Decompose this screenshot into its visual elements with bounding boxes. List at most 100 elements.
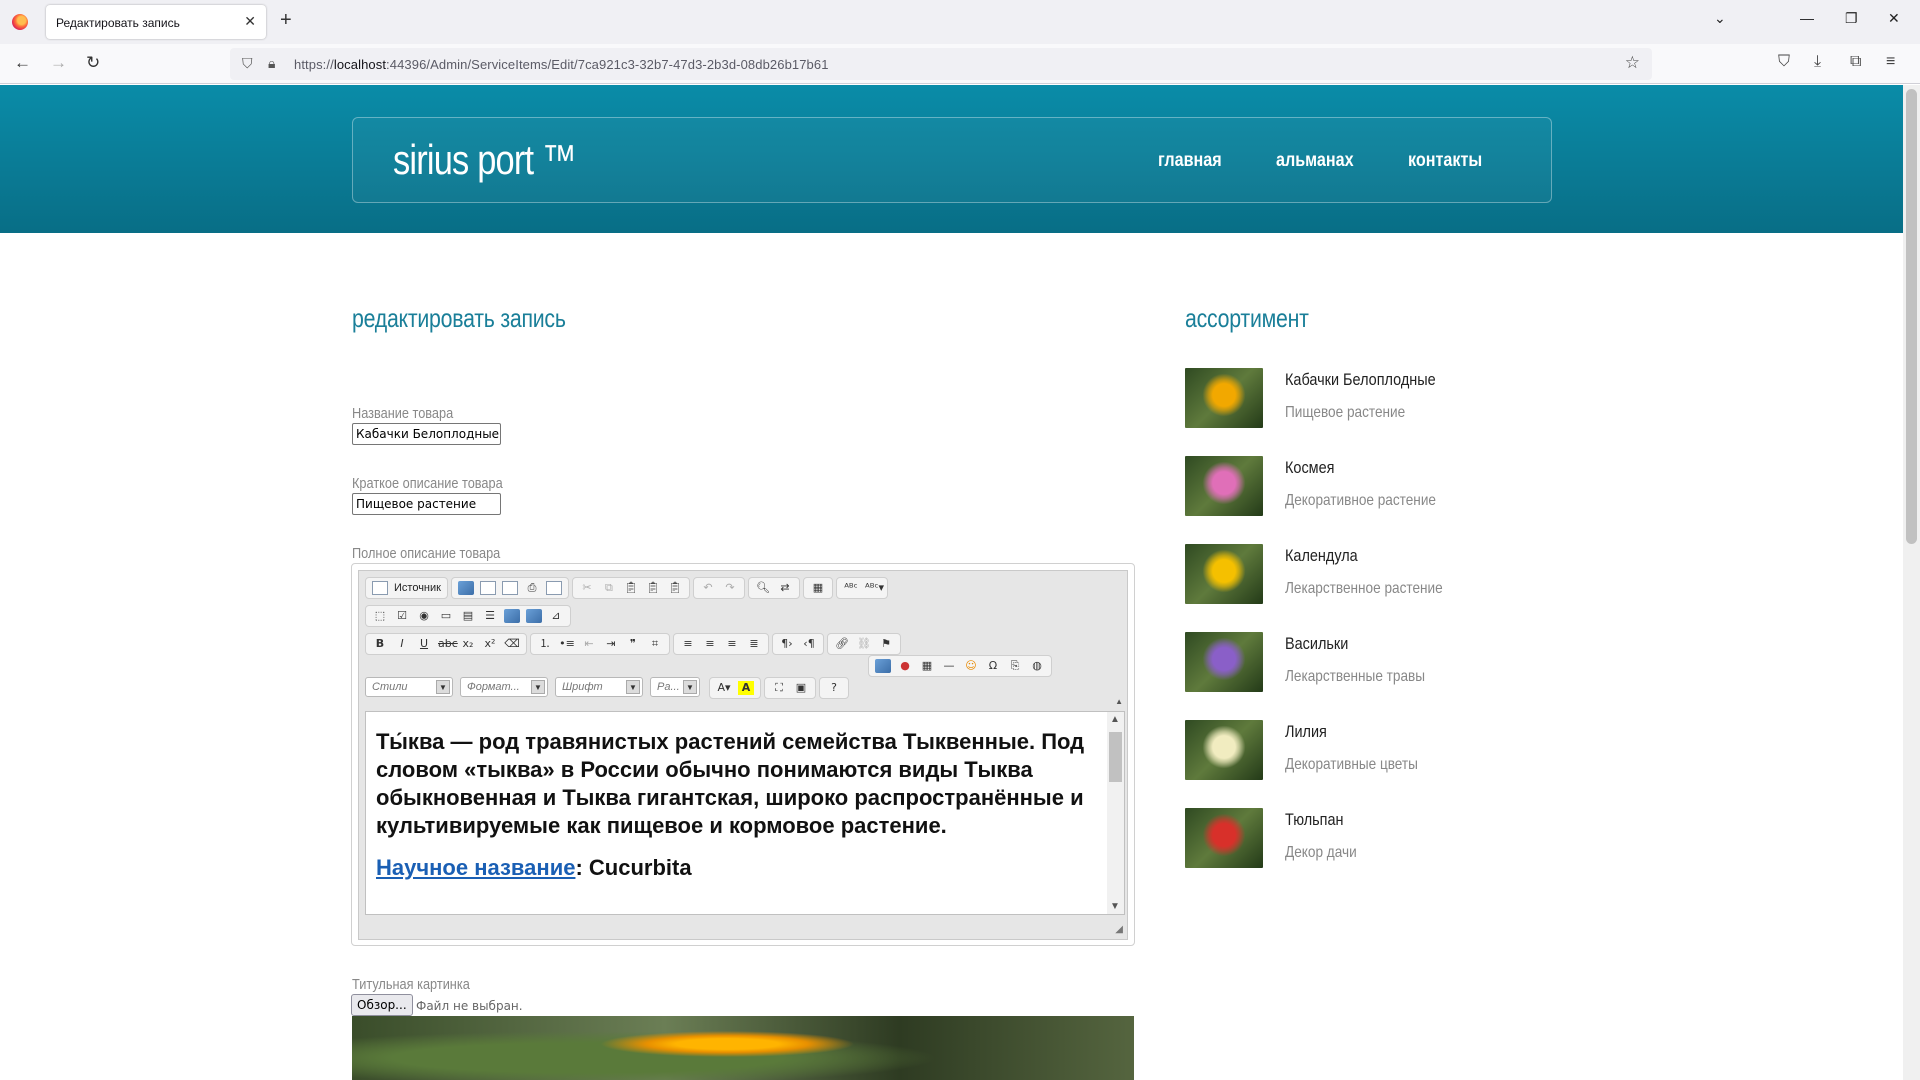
editor-scroll-thumb[interactable] — [1109, 732, 1122, 782]
paste-icon[interactable]: 📋︎ — [623, 581, 639, 595]
lock-icon[interactable]: 🔒︎ — [268, 55, 275, 72]
collapse-toolbar-icon[interactable]: ▲ — [1115, 697, 1123, 706]
templates-icon[interactable] — [545, 581, 562, 595]
close-window-button[interactable]: ✕ — [1888, 10, 1900, 27]
font-dropdown[interactable]: Шрифт ▼ — [555, 677, 643, 697]
flower-thumbnail[interactable] — [1185, 544, 1263, 604]
editor-scrollbar[interactable]: ▲ ▼ — [1107, 712, 1124, 914]
new-page-icon[interactable] — [479, 581, 496, 595]
image-button-icon[interactable] — [526, 609, 542, 623]
anchor-icon[interactable]: ⚑ — [878, 637, 894, 651]
browse-button[interactable]: Обзор... — [351, 994, 413, 1016]
print-icon[interactable]: ⎙ — [524, 581, 540, 595]
remove-format-icon[interactable]: ⌫ — [504, 637, 520, 651]
flower-thumbnail[interactable] — [1185, 456, 1263, 516]
italic-icon[interactable]: I — [394, 637, 410, 651]
menu-icon[interactable]: ≡ — [1886, 53, 1895, 71]
short-desc-input[interactable]: Пищевое растение — [352, 493, 501, 515]
select-all-icon[interactable]: ▦ — [810, 581, 826, 595]
outdent-icon[interactable]: ⇤ — [581, 637, 597, 651]
scientific-name-link[interactable]: Научное название — [376, 855, 575, 880]
underline-icon[interactable]: U — [416, 637, 432, 651]
menu-item-home[interactable]: главная — [1158, 150, 1222, 172]
rtl-icon[interactable]: ‹¶ — [801, 637, 817, 651]
url-text[interactable]: https://localhost:44396/Admin/ServiceIte… — [294, 57, 829, 72]
bold-icon[interactable]: B — [372, 637, 388, 651]
menu-item-almanac[interactable]: альманах — [1276, 150, 1354, 172]
name-input[interactable]: Кабачки Белоплодные — [352, 423, 501, 445]
justify-icon[interactable]: ≣ — [746, 637, 762, 651]
help-icon[interactable]: ? — [826, 681, 842, 695]
checkbox-icon[interactable]: ☑ — [394, 609, 410, 623]
find-icon[interactable]: 🔍︎ — [755, 581, 771, 595]
restore-button[interactable]: ❐ — [1845, 10, 1858, 27]
save-icon[interactable] — [457, 581, 474, 595]
new-tab-button[interactable]: + — [280, 10, 292, 30]
textfield-icon[interactable]: ▭ — [438, 609, 454, 623]
radio-icon[interactable]: ◉ — [416, 609, 432, 623]
scroll-down-icon[interactable]: ▼ — [1110, 901, 1120, 912]
scroll-up-icon[interactable]: ▲ — [1110, 714, 1120, 725]
redo-icon[interactable]: ↷ — [722, 581, 738, 595]
editor-text[interactable]: Ты́ква — род травянистых растений семейс… — [376, 728, 1101, 896]
tab-close-icon[interactable]: ✕ — [244, 13, 256, 30]
pocket-icon[interactable]: ⛉ — [1778, 53, 1790, 71]
numbered-list-icon[interactable]: ⒈ — [537, 637, 553, 651]
show-blocks-icon[interactable]: ▣ — [793, 681, 809, 695]
reload-icon[interactable]: ↻ — [86, 53, 100, 73]
paste-word-icon[interactable]: 📋︎ — [667, 581, 683, 595]
align-right-icon[interactable]: ≡ — [724, 637, 740, 651]
sidebar-item-name[interactable]: Кабачки Белоплодные — [1285, 370, 1436, 390]
spellcheck-dropdown-icon[interactable]: ᴬᴮᶜ▾ — [865, 581, 884, 595]
resize-handle-icon[interactable]: ◢ — [1115, 924, 1123, 935]
bullet-list-icon[interactable]: •≡ — [559, 637, 575, 651]
undo-icon[interactable]: ↶ — [700, 581, 716, 595]
text-color-icon[interactable]: A▾ — [716, 681, 732, 695]
sidebar-item[interactable]: Тюльпан Декор дачи — [1185, 808, 1545, 868]
select-icon[interactable]: ☰ — [482, 609, 498, 623]
preview-icon[interactable] — [501, 581, 518, 595]
tracking-shield-icon[interactable]: ⛉ — [242, 55, 253, 72]
iframe-icon[interactable]: ◍ — [1029, 659, 1045, 673]
ltr-icon[interactable]: ¶› — [779, 637, 795, 651]
bg-color-icon[interactable]: A — [738, 681, 754, 695]
source-button[interactable]: Источник — [394, 582, 441, 594]
editor-content[interactable]: Ты́ква — род травянистых растений семейс… — [365, 711, 1125, 915]
format-dropdown[interactable]: Формат... ▼ — [460, 677, 548, 697]
sidebar-item-name[interactable]: Лилия — [1285, 722, 1327, 742]
div-icon[interactable]: ⌗ — [647, 637, 663, 651]
size-dropdown[interactable]: Ра... ▼ — [650, 677, 700, 697]
sidebar-item[interactable]: Лилия Декоративные цветы — [1185, 720, 1545, 780]
button-icon[interactable] — [504, 609, 520, 623]
textarea-icon[interactable]: ▤ — [460, 609, 476, 623]
unlink-icon[interactable]: ⛓ — [856, 637, 872, 651]
align-center-icon[interactable]: ≡ — [702, 637, 718, 651]
sidebar-item-name[interactable]: Тюльпан — [1285, 810, 1344, 830]
superscript-icon[interactable]: x² — [482, 637, 498, 651]
strike-icon[interactable]: abc — [438, 637, 458, 651]
blockquote-icon[interactable]: ❞ — [625, 637, 641, 651]
form-icon[interactable]: ⬚ — [372, 609, 388, 623]
sidebar-item-name[interactable]: Космея — [1285, 458, 1334, 478]
copy-icon[interactable]: ⧉ — [601, 581, 617, 595]
page-scroll-thumb[interactable] — [1906, 89, 1917, 544]
indent-icon[interactable]: ⇥ — [603, 637, 619, 651]
sidebar-item-name[interactable]: Васильки — [1285, 634, 1348, 654]
hidden-field-icon[interactable]: ⊿ — [548, 609, 564, 623]
url-bar[interactable]: ⛉ 🔒︎ https://localhost:44396/Admin/Servi… — [230, 48, 1652, 80]
site-logo[interactable]: sirius port ™ — [393, 136, 576, 184]
sidebar-item-name[interactable]: Календула — [1285, 546, 1358, 566]
image-icon[interactable] — [875, 659, 891, 673]
spellcheck-icon[interactable]: ᴬᴮᶜ — [843, 581, 859, 595]
flower-thumbnail[interactable] — [1185, 808, 1263, 868]
sidebar-item[interactable]: Васильки Лекарственные травы — [1185, 632, 1545, 692]
cut-icon[interactable]: ✂ — [579, 581, 595, 595]
table-icon[interactable]: ▦ — [919, 659, 935, 673]
tab-list-icon[interactable]: ⌄ — [1714, 10, 1726, 27]
forward-icon[interactable]: → — [50, 53, 67, 73]
horizontal-rule-icon[interactable]: — — [941, 659, 957, 673]
link-icon[interactable]: 🔗︎ — [834, 637, 850, 651]
minimize-button[interactable]: — — [1800, 10, 1814, 26]
maximize-icon[interactable]: ⛶ — [771, 681, 787, 695]
menu-item-contacts[interactable]: контакты — [1408, 150, 1482, 172]
